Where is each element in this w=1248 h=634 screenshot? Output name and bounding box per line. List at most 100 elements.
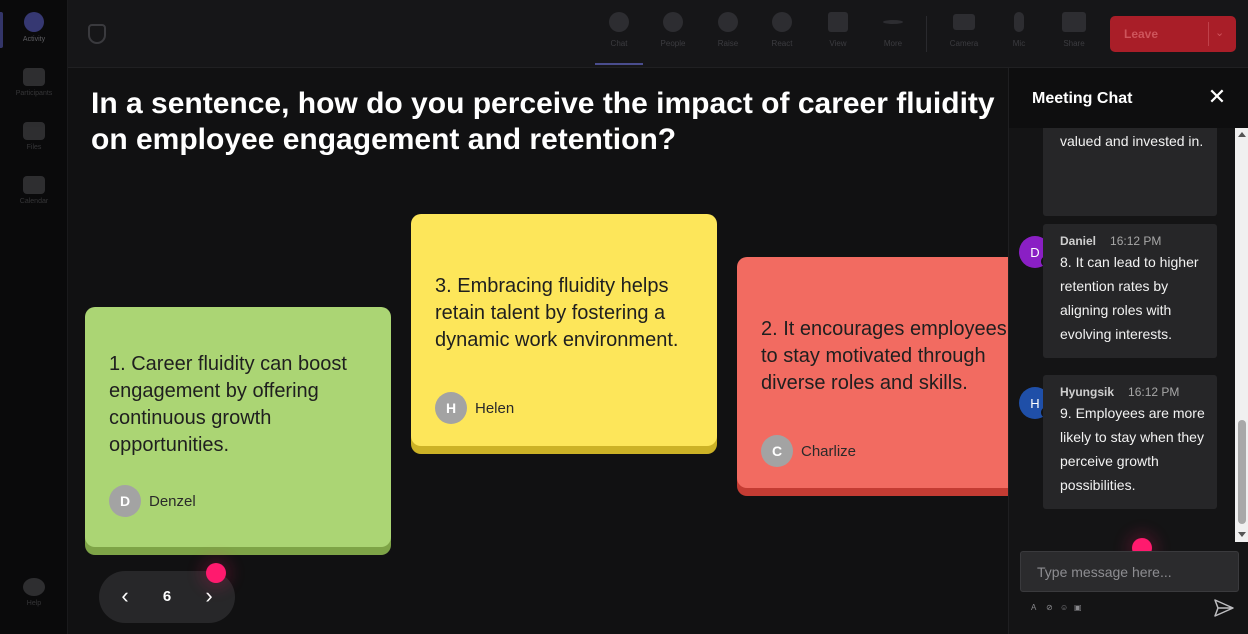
close-icon[interactable]: ✕ — [1205, 86, 1229, 110]
rail-label: Participants — [15, 90, 53, 97]
message-text: make employees feel valued and invested … — [1060, 133, 1204, 149]
tool-label: Share — [1063, 39, 1085, 48]
sticky-note[interactable]: 2. It encourages employees to stay motiv… — [737, 257, 1008, 488]
message-input[interactable] — [1021, 552, 1238, 591]
share-icon — [1062, 12, 1086, 32]
tool-label: View — [829, 39, 847, 48]
avatar: H — [435, 392, 467, 424]
chat-title: Meeting Chat — [1032, 90, 1133, 107]
tool-more[interactable]: More — [871, 12, 915, 48]
whiteboard-stage: In a sentence, how do you perceive the i… — [68, 68, 1008, 634]
sticky-note[interactable]: 1. Career fluidity can boost engagement … — [85, 307, 391, 547]
rail-item-help[interactable]: Help — [0, 578, 68, 607]
calendar-icon — [23, 176, 45, 194]
leave-label: Leave — [1124, 27, 1159, 41]
file-icon — [23, 122, 45, 140]
message-composer — [1020, 551, 1239, 592]
send-icon[interactable] — [1213, 598, 1235, 618]
app-rail: Activity Participants Files Calendar Hel… — [0, 0, 68, 634]
rail-label: Files — [26, 144, 42, 151]
tool-chat[interactable]: Chat — [597, 12, 641, 48]
chevron-down-icon[interactable]: ⌄ — [1215, 26, 1224, 39]
chat-panel: Meeting Chat ✕ make employees feel value… — [1008, 68, 1248, 634]
camera-icon — [953, 14, 975, 30]
page-number: 6 — [162, 588, 172, 605]
mic-icon — [1014, 12, 1024, 32]
attach-icon[interactable]: ⊘ — [1046, 603, 1053, 612]
chat-header: Meeting Chat ✕ — [1009, 68, 1248, 128]
author-name: Denzel — [149, 492, 196, 510]
tool-raise[interactable]: Raise — [706, 12, 750, 48]
avatar-initial: D — [1030, 244, 1040, 260]
tool-label: React — [771, 39, 793, 48]
avatar: D — [109, 485, 141, 517]
rail-label: Calendar — [19, 198, 49, 205]
tool-view[interactable]: View — [816, 12, 860, 48]
chat-message: Hyungsik 16:12 PM 9. Employees are more … — [1043, 375, 1217, 509]
question-title: In a sentence, how do you perceive the i… — [91, 86, 1008, 158]
chat-message: Daniel 16:12 PM 8. It can lead to higher… — [1043, 224, 1217, 358]
tool-react[interactable]: React — [760, 12, 804, 48]
scrollbar-thumb[interactable] — [1238, 420, 1246, 524]
tool-camera[interactable]: Camera — [942, 12, 986, 48]
active-tool-underline — [595, 63, 643, 65]
meeting-toolbar: Chat People Raise React View More Camera… — [68, 0, 1248, 68]
note-text: 3. Embracing fluidity helps retain talen… — [435, 275, 679, 351]
chat-scrollbar[interactable] — [1235, 128, 1248, 542]
people-icon — [23, 68, 45, 86]
tool-share[interactable]: Share — [1052, 12, 1096, 48]
chevron-left-icon[interactable]: ‹ — [111, 583, 139, 611]
shield-icon — [88, 24, 106, 44]
note-author: H Helen — [435, 392, 514, 424]
help-icon — [23, 578, 45, 596]
avatar: C — [761, 435, 793, 467]
chevron-right-icon[interactable]: › — [195, 583, 223, 611]
tool-label: Raise — [717, 39, 739, 48]
message-time: 16:12 PM — [1128, 385, 1180, 399]
leave-divider — [1208, 22, 1209, 46]
toolbar-divider — [926, 16, 927, 52]
chat-message-list[interactable]: make employees feel valued and invested … — [1009, 128, 1235, 542]
chat-message: make employees feel valued and invested … — [1043, 128, 1217, 216]
note-text: 2. It encourages employees to stay motiv… — [761, 318, 1007, 394]
note-author: D Denzel — [109, 485, 196, 517]
message-text: 9. Employees are more likely to stay whe… — [1060, 405, 1205, 493]
hand-icon — [718, 12, 738, 32]
rail-item-files[interactable]: Files — [0, 122, 68, 151]
rail-item-activity[interactable]: Activity — [0, 12, 68, 43]
grid-icon — [828, 12, 848, 32]
scroll-down-icon[interactable] — [1238, 532, 1246, 537]
chat-icon — [609, 12, 629, 32]
rail-label: Activity — [22, 36, 46, 43]
scroll-up-icon[interactable] — [1238, 132, 1246, 137]
leave-button[interactable]: Leave ⌄ — [1110, 16, 1236, 52]
tool-label: More — [883, 39, 903, 48]
rail-item-calendar[interactable]: Calendar — [0, 176, 68, 205]
emoji-icon[interactable]: ☺ — [1060, 603, 1068, 612]
rail-item-participants[interactable]: Participants — [0, 68, 68, 97]
message-time: 16:12 PM — [1110, 234, 1162, 248]
emoji-icon — [772, 12, 792, 32]
tool-label: Chat — [610, 39, 628, 48]
people-icon — [663, 12, 683, 32]
author-name: Charlize — [801, 442, 857, 460]
sender-name: Hyungsik — [1060, 385, 1115, 399]
note-text: 1. Career fluidity can boost engagement … — [109, 353, 347, 456]
tool-people[interactable]: People — [651, 12, 695, 48]
gif-icon[interactable]: ▣ — [1074, 603, 1082, 612]
message-text: 8. It can lead to higher retention rates… — [1060, 254, 1199, 342]
rail-label: Help — [26, 600, 42, 607]
sticky-note[interactable]: 3. Embracing fluidity helps retain talen… — [411, 214, 717, 446]
more-icon — [883, 20, 903, 24]
sender-name: Daniel — [1060, 234, 1097, 248]
activity-icon — [24, 12, 44, 32]
tool-label: Camera — [949, 39, 979, 48]
message-meta: Hyungsik 16:12 PM — [1060, 385, 1179, 399]
pointer-cursor — [206, 563, 226, 583]
author-name: Helen — [475, 399, 515, 417]
message-meta: Daniel 16:12 PM — [1060, 234, 1161, 248]
tool-label: People — [660, 39, 686, 48]
format-icon[interactable]: A — [1031, 603, 1036, 612]
tool-label: Mic — [1012, 39, 1026, 48]
tool-mic[interactable]: Mic — [997, 12, 1041, 48]
